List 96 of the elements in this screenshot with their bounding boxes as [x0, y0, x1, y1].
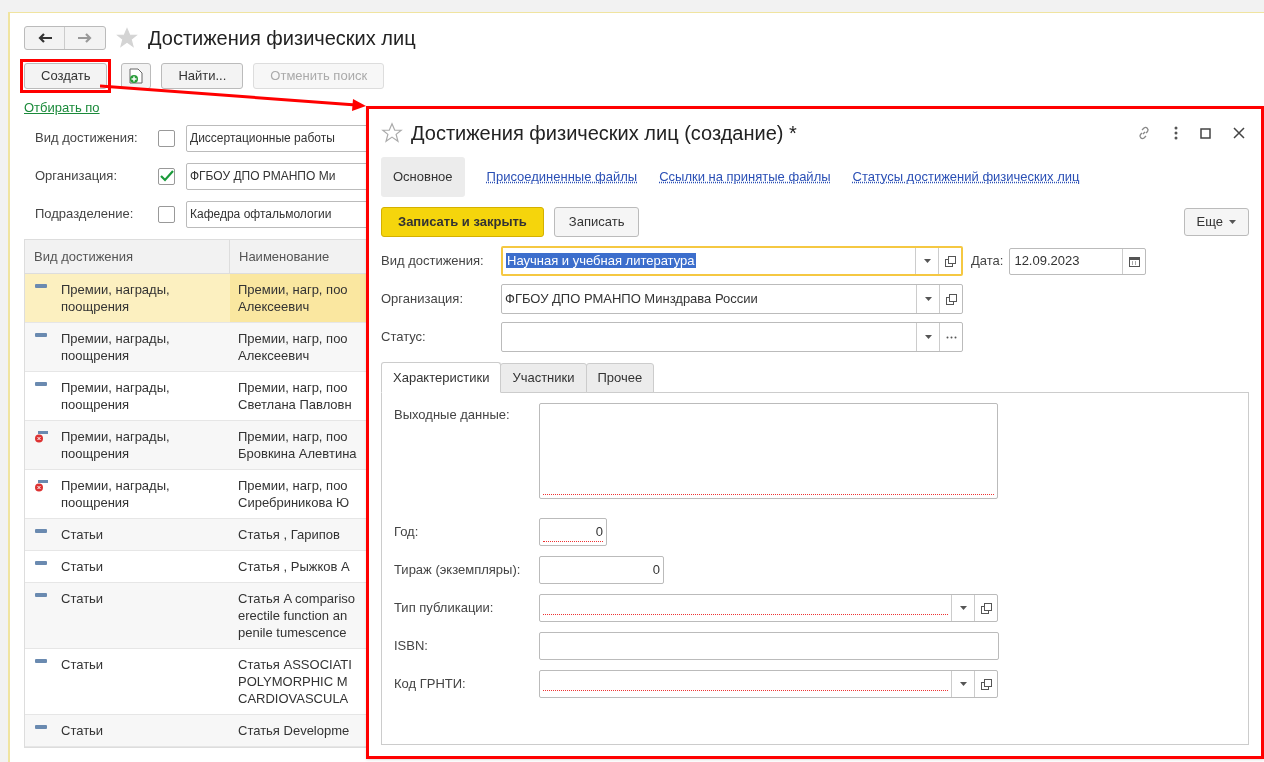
close-icon[interactable] [1233, 127, 1245, 139]
select-field[interactable] [539, 594, 998, 622]
save-and-close-button[interactable]: Записать и закрыть [381, 207, 544, 237]
table-cell-text: Статья A compariso erectile function an penile tumescence [238, 590, 357, 641]
section-tab[interactable]: Ссылки на принятые файлы [659, 157, 831, 197]
tab[interactable]: Участники [500, 363, 587, 393]
field-label: ISBN: [394, 637, 429, 656]
item-icon [35, 725, 47, 729]
section-tab[interactable]: Присоединенные файлы [486, 157, 638, 197]
isbn-field[interactable] [539, 632, 999, 660]
dots-icon [945, 335, 957, 339]
table-cell-text: Статья , Гарипов [238, 526, 341, 543]
caret-icon [924, 297, 932, 301]
item-icon [35, 284, 47, 288]
more-icon[interactable] [1174, 126, 1178, 140]
field-label: Тип публикации: [394, 599, 495, 618]
table-cell-text: Статья ASSOCIATI POLYMORPHIC M CARDIOVASCULA [238, 656, 353, 707]
caret-icon [1229, 220, 1236, 224]
select-field[interactable]: Научная и учебная литература [501, 246, 963, 276]
item-icon [35, 561, 47, 565]
filter-link[interactable]: Отбирать по [24, 98, 100, 118]
table-cell-text: Статья , Рыжков А [238, 558, 351, 575]
number-field[interactable]: 0 [539, 556, 664, 584]
table-cell: Премии, награды, поощрения [61, 477, 170, 511]
deleted-item-icon [35, 431, 49, 443]
column-header[interactable]: Вид достижения [25, 240, 230, 273]
open-icon [980, 678, 992, 690]
item-icon [35, 333, 47, 337]
filter-checkbox[interactable] [158, 129, 175, 147]
table-cell-text: Премии, нагр, поо Сиребриникова Ю [238, 477, 351, 511]
table-cell-text: Премии, нагр, поо Бровкина Алевтина [238, 428, 358, 462]
table-cell: Статьи [61, 722, 104, 739]
date-label: Дата: [971, 252, 1004, 271]
filter-label: Вид достижения: [35, 129, 139, 148]
field-value: ФГБОУ ДПО РМАНПО Минздрава России [505, 291, 758, 307]
table-cell: Премии, награды, поощрения [61, 281, 170, 315]
table-cell-text: Премии, нагр, поо Светлана Павловн [238, 379, 353, 413]
select-field[interactable] [539, 670, 998, 698]
add-file-button[interactable] [121, 63, 152, 89]
dialog-title: Достижения физических лиц (создание) * [411, 121, 798, 146]
field-label: Код ГРНТИ: [394, 675, 467, 694]
item-icon [35, 529, 47, 533]
calendar-icon[interactable] [1128, 255, 1140, 267]
toolbar-button[interactable]: Создать [24, 63, 108, 89]
open-icon [944, 255, 956, 267]
output-data-field[interactable] [539, 403, 998, 499]
window-title: Достижения физических лиц [148, 26, 416, 51]
field-label: Организация: [381, 290, 465, 309]
table-cell-text: Статьи [61, 590, 104, 608]
table-cell: Статьи [61, 558, 104, 575]
field-label: Тираж (экземпляры): [394, 561, 522, 580]
date-field[interactable]: 12.09.2023 [1009, 247, 1147, 275]
filter-label: Подразделение: [35, 205, 135, 224]
add-document-icon [129, 68, 144, 84]
back-arrow-icon [37, 33, 52, 43]
maximize-icon[interactable] [1200, 127, 1211, 139]
tab[interactable]: Прочее [585, 363, 655, 393]
table-cell: Премии, награды, поощрения [61, 428, 170, 462]
check-icon [159, 170, 174, 182]
caret-icon [924, 335, 932, 339]
save-button[interactable]: Записать [553, 207, 640, 237]
toolbar-button[interactable]: Найти... [161, 63, 244, 89]
caret-icon [923, 259, 931, 263]
favorite-star-icon[interactable] [381, 122, 403, 144]
table-cell: Премии, награды, поощрения [61, 379, 170, 413]
item-icon [35, 659, 47, 663]
section-tab[interactable]: Основное [381, 157, 465, 197]
favorite-star-icon[interactable] [116, 27, 138, 49]
tab[interactable]: Характеристики [381, 362, 502, 393]
field-label: Вид достижения: [381, 252, 485, 271]
table-cell-text: Статьи [61, 656, 104, 674]
section-tab[interactable]: Статусы достижений физических лиц [852, 157, 1080, 197]
table-cell: Премии, награды, поощрения [61, 330, 170, 364]
field-label: Выходные данные: [394, 406, 511, 424]
forward-arrow-icon [78, 33, 92, 43]
open-icon [945, 293, 957, 305]
filter-checkbox[interactable] [158, 205, 175, 223]
filter-label: Организация: [35, 167, 119, 186]
select-field[interactable]: ФГБОУ ДПО РМАНПО Минздрава России [501, 284, 963, 314]
link-icon[interactable] [1136, 125, 1152, 141]
select-field[interactable] [501, 322, 963, 352]
filter-checkbox[interactable] [158, 167, 175, 185]
number-field[interactable]: 0 [539, 518, 607, 546]
caret-icon [959, 606, 967, 610]
item-icon [35, 382, 47, 386]
table-cell-text: Премии, нагр, поо Алексеевич [238, 330, 349, 364]
table-cell: Статьи [61, 526, 104, 543]
deleted-item-icon [35, 480, 49, 492]
field-label: Статус: [381, 328, 427, 347]
more-button[interactable]: Еще [1183, 208, 1249, 236]
table-cell-text: Премии, нагр, поо Алексеевич [238, 281, 349, 315]
open-icon [980, 602, 992, 614]
item-icon [35, 593, 47, 597]
field-label: Год: [394, 523, 420, 542]
table-cell-text: Статья Developme [238, 722, 351, 739]
caret-icon [959, 682, 967, 686]
